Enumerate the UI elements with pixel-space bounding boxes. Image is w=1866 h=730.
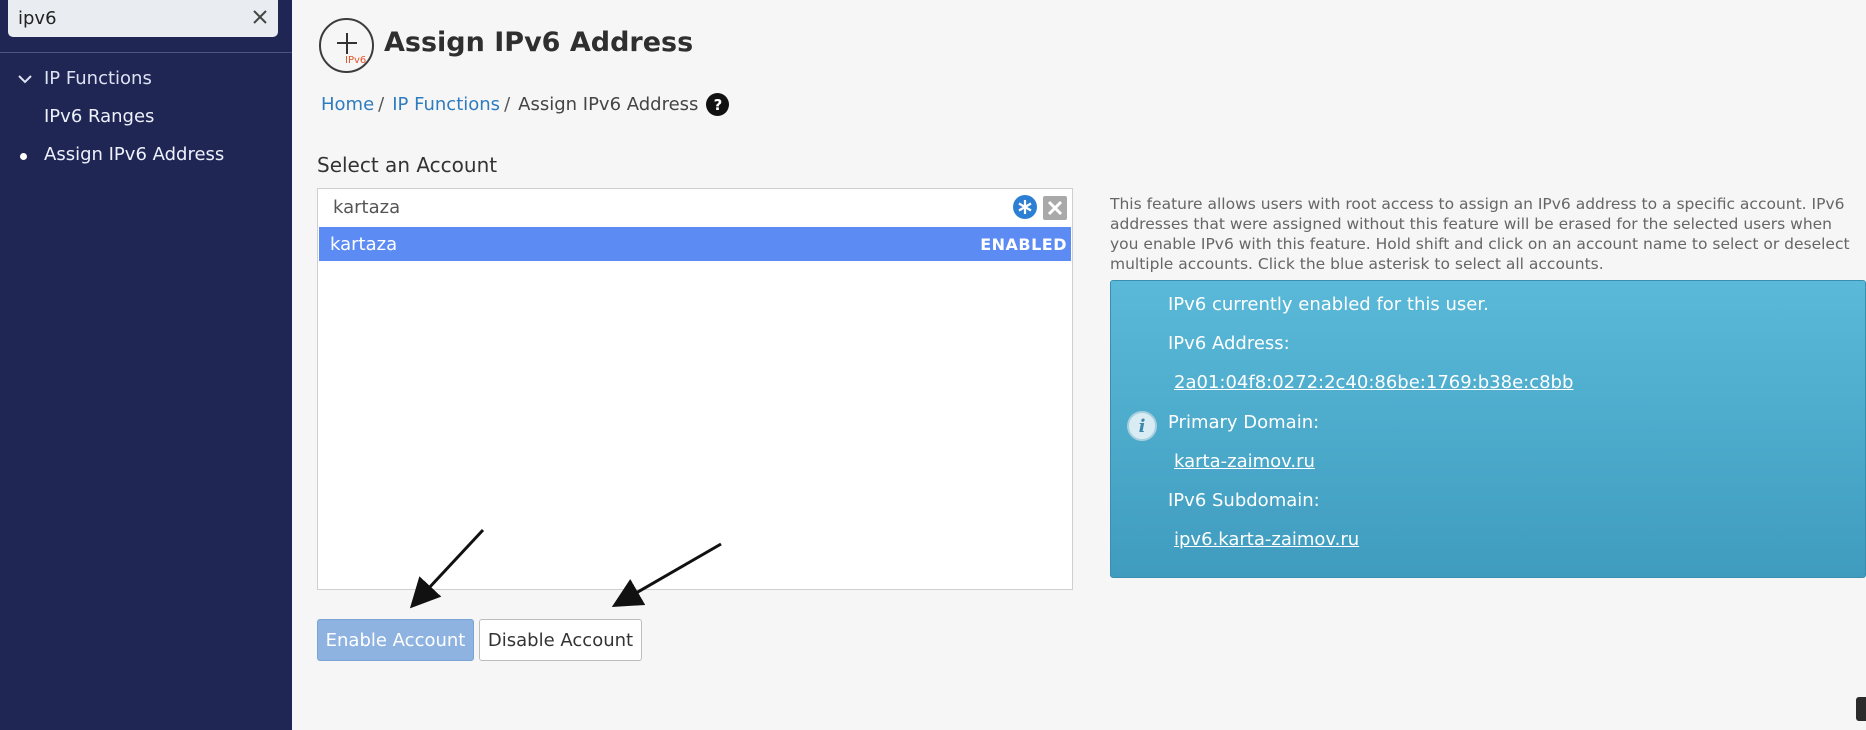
sidebar-group-ip-functions[interactable]: IP Functions [18,66,152,90]
plus-icon: IPv6 [319,18,374,73]
sidebar: IP Functions IPv6 Ranges Assign IPv6 Add… [0,0,292,730]
disable-account-button[interactable]: Disable Account [479,619,642,661]
breadcrumb: Home / IP Functions / Assign IPv6 Addres… [321,93,730,116]
ipv6-address-label: IPv6 Address: [1168,333,1290,354]
breadcrumb-current: Assign IPv6 Address [518,94,699,115]
primary-domain-label: Primary Domain: [1168,412,1320,433]
info-panel: i IPv6 currently enabled for this user. … [1110,280,1866,578]
close-icon[interactable] [250,7,270,27]
annotation-arrows [409,528,722,609]
breadcrumb-separator: / [378,94,385,115]
breadcrumb-ip-functions[interactable]: IP Functions [392,94,500,115]
chat-widget-icon[interactable] [1856,697,1866,721]
ipv6-subdomain-label: IPv6 Subdomain: [1168,490,1320,511]
sidebar-divider [0,52,292,53]
ipv6-subdomain-link[interactable]: ipv6.karta-zaimov.ru [1174,529,1359,550]
sidebar-search-input[interactable] [8,0,238,37]
primary-domain-link[interactable]: karta-zaimov.ru [1174,451,1315,472]
account-name: kartaza [330,233,398,255]
help-icon[interactable]: ? [706,93,730,116]
sidebar-item-label: IPv6 Ranges [44,106,155,127]
page-title: Assign IPv6 Address [384,27,694,58]
clear-filter-icon[interactable] [1043,196,1067,220]
icon-badge: IPv6 [345,55,367,66]
select-account-label: Select an Account [317,153,498,177]
sidebar-item-ipv6-ranges[interactable]: IPv6 Ranges [44,106,154,130]
active-bullet [20,153,27,160]
enable-account-button[interactable]: Enable Account [317,619,474,661]
sidebar-search [8,0,278,37]
ipv6-address-link[interactable]: 2a01:04f8:0272:2c40:86be:1769:b38e:c8bb [1174,372,1573,393]
account-row[interactable]: kartaza ENABLED [319,227,1071,261]
asterisk-icon[interactable] [1013,195,1037,219]
sidebar-group-label: IP Functions [44,67,152,89]
sidebar-item-label: Assign IPv6 Address [44,144,225,165]
sidebar-item-assign-ipv6-address[interactable]: Assign IPv6 Address [44,144,224,168]
account-filter-input[interactable] [318,189,998,226]
breadcrumb-home[interactable]: Home [321,94,374,115]
chevron-down-icon [18,68,44,89]
info-icon: i [1127,411,1157,441]
feature-description: This feature allows users with root acce… [1110,195,1850,273]
info-status: IPv6 currently enabled for this user. [1168,294,1489,315]
breadcrumb-separator: / [504,94,511,115]
account-status: ENABLED [980,234,1067,254]
